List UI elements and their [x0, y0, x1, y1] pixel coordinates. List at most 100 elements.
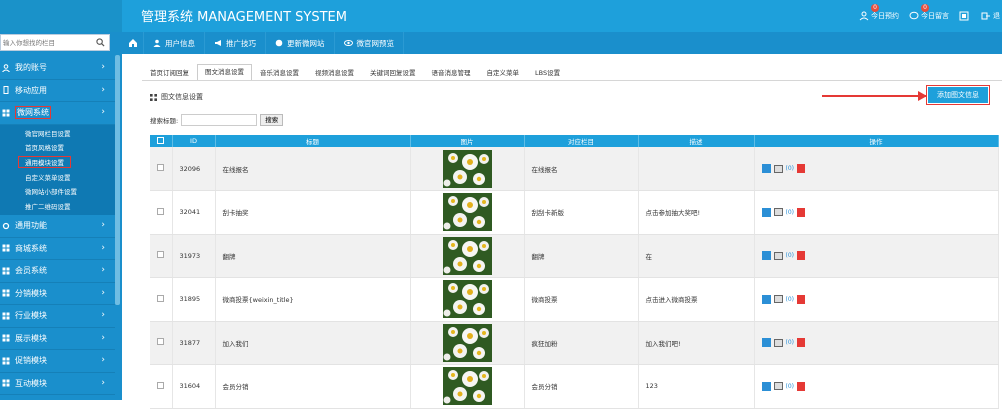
- tab-voice-manage[interactable]: 语音消息管理: [424, 65, 479, 80]
- sidebar-item-distribution[interactable]: 分销模块 ›: [0, 283, 115, 306]
- sidebar-item-mobile-apps[interactable]: 移动应用 ›: [0, 80, 115, 102]
- daisy-thumbnail[interactable]: [442, 193, 492, 232]
- sidebar-subitem-general-module[interactable]: 通用模块设置: [0, 155, 115, 170]
- sidebar-scrollbar[interactable]: [115, 55, 120, 305]
- table-header-row: ID 标题 图片 对应栏目 描述 操作: [150, 135, 999, 147]
- header-messages[interactable]: 0 今日留言: [909, 4, 949, 21]
- tab-video-settings[interactable]: 视频消息设置: [307, 65, 362, 80]
- image-icon[interactable]: [773, 382, 783, 391]
- image-icon[interactable]: [773, 338, 783, 347]
- header-logout[interactable]: 退: [981, 11, 1000, 21]
- nav-update-site[interactable]: 更新微网站: [266, 32, 335, 54]
- edit-icon[interactable]: [761, 251, 771, 261]
- table-row: 31973 翻牌 翻牌 在 (0): [150, 234, 999, 278]
- sidebar-subitem-widgets[interactable]: 微网站小部件设置: [0, 184, 115, 199]
- edit-icon[interactable]: [761, 294, 771, 304]
- sidebar-item-mall[interactable]: 商城系统 ›: [0, 238, 115, 261]
- nav-site-preview[interactable]: 微官网预览: [335, 32, 404, 54]
- image-icon[interactable]: [773, 295, 783, 304]
- sidebar-subitem-label: 通用模块设置: [18, 155, 71, 168]
- sidebar-item-member[interactable]: 会员系统 ›: [0, 260, 115, 283]
- sidebar-item-industry[interactable]: 行业模块 ›: [0, 305, 115, 328]
- home-button[interactable]: [122, 32, 144, 54]
- row-category: 微商投票: [524, 277, 639, 322]
- title-search-input[interactable]: [181, 114, 258, 126]
- tab-bar: 首页订阅回复 图文消息设置 音乐消息设置 视频消息设置 关键词回复设置 语音消息…: [142, 64, 1002, 81]
- row-checkbox[interactable]: [157, 251, 165, 259]
- row-checkbox[interactable]: [157, 207, 165, 215]
- user-icon: [2, 63, 10, 73]
- row-checkbox[interactable]: [157, 294, 165, 302]
- row-image-cell: [410, 364, 525, 409]
- daisy-thumbnail[interactable]: [442, 280, 492, 319]
- row-checkbox[interactable]: [157, 338, 165, 346]
- top-header: 管理系统 MANAGEMENT SYSTEM 0 今日预约 0 今日留言 退: [0, 0, 1002, 32]
- sidebar-subitem-qrcode[interactable]: 推广二维码设置: [0, 198, 115, 213]
- image-icon[interactable]: [773, 208, 783, 217]
- sidebar-item-promotion[interactable]: 促销模块 ›: [0, 350, 115, 373]
- sidebar-subitem-custom-menu[interactable]: 自定义菜单设置: [0, 169, 115, 184]
- sidebar-item-display[interactable]: 展示模块 ›: [0, 328, 115, 351]
- tab-keyword-reply[interactable]: 关键词回复设置: [362, 65, 424, 80]
- row-id: 31877: [172, 321, 216, 365]
- chevron-right-icon: ›: [101, 265, 105, 276]
- edit-icon[interactable]: [761, 381, 771, 391]
- sidebar-item-micro-site[interactable]: 微网系统 ›: [0, 102, 115, 125]
- col-actions: 操作: [754, 135, 999, 147]
- nav-promo-tips[interactable]: 推广技巧: [205, 32, 266, 54]
- delete-icon[interactable]: [797, 251, 805, 261]
- edit-icon[interactable]: [761, 207, 771, 217]
- delete-icon[interactable]: [797, 207, 805, 217]
- delete-icon[interactable]: [797, 294, 805, 304]
- header-actions: 0 今日预约 0 今日留言 退: [859, 0, 1002, 32]
- row-select-cell: [150, 190, 173, 235]
- chevron-right-icon: ›: [101, 242, 105, 253]
- row-description: 点击进入微商投票: [638, 277, 755, 322]
- tab-lbs-settings[interactable]: LBS设置: [527, 65, 568, 80]
- row-checkbox[interactable]: [157, 381, 165, 389]
- header-qrcode[interactable]: [959, 11, 971, 21]
- daisy-thumbnail[interactable]: [442, 149, 492, 188]
- sidebar-item-general[interactable]: 通用功能 ›: [0, 215, 115, 238]
- tab-news-settings[interactable]: 图文消息设置: [197, 64, 252, 80]
- add-news-button[interactable]: 添加图文信息: [926, 85, 990, 105]
- sidebar-item-interactive[interactable]: 互动模块 ›: [0, 373, 115, 396]
- search-label: 搜索标题:: [150, 117, 179, 125]
- row-image-cell: [410, 321, 525, 365]
- section-title: 图文信息设置: [150, 92, 203, 102]
- edit-icon[interactable]: [761, 338, 771, 348]
- row-title: 加入我们: [215, 321, 411, 365]
- delete-icon[interactable]: [797, 164, 805, 173]
- select-all-checkbox[interactable]: [157, 136, 165, 144]
- image-icon[interactable]: [773, 251, 783, 260]
- delete-icon[interactable]: [797, 338, 805, 348]
- sidebar-subitem-columns[interactable]: 微官网栏目设置: [0, 126, 115, 141]
- sidebar-subitem-home-style[interactable]: 首页风格设置: [0, 140, 115, 155]
- tab-music-settings[interactable]: 音乐消息设置: [252, 65, 307, 80]
- search-button[interactable]: 搜索: [260, 114, 284, 126]
- grid-icon: [2, 379, 10, 387]
- chat-icon: [909, 11, 919, 20]
- chevron-right-icon: ›: [101, 287, 105, 298]
- daisy-thumbnail[interactable]: [442, 323, 492, 362]
- edit-icon[interactable]: [761, 164, 771, 173]
- tab-subscribe-reply[interactable]: 首页订阅回复: [142, 65, 197, 80]
- daisy-thumbnail[interactable]: [442, 236, 492, 275]
- messages-badge: 0: [921, 4, 929, 12]
- row-title: 翻牌: [215, 234, 411, 278]
- sidebar-item-account[interactable]: 我的账号 ›: [0, 57, 115, 80]
- row-checkbox[interactable]: [157, 164, 165, 171]
- delete-icon[interactable]: [797, 381, 805, 391]
- mobile-icon: [2, 86, 10, 95]
- row-title: 刮卡抽奖: [215, 190, 411, 235]
- nav-user-info[interactable]: 用户信息: [144, 32, 205, 54]
- image-icon[interactable]: [773, 164, 783, 173]
- grid-icon: [2, 109, 10, 117]
- row-actions: (0): [754, 234, 999, 278]
- header-appointments[interactable]: 0 今日预约: [859, 4, 899, 21]
- chevron-right-icon: ›: [101, 84, 105, 95]
- row-id: 32041: [172, 190, 216, 235]
- search-icon[interactable]: [93, 36, 107, 50]
- sidebar-search-input[interactable]: [1, 35, 93, 50]
- tab-custom-menu[interactable]: 自定义菜单: [479, 65, 528, 80]
